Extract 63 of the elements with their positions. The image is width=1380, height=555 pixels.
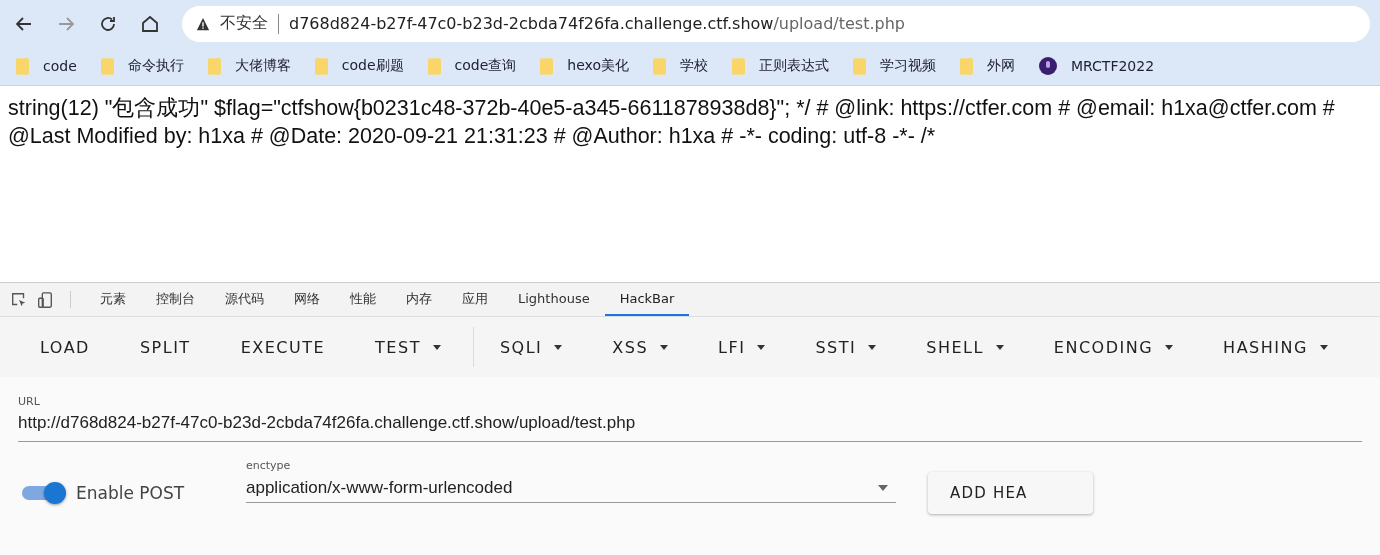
- url-text: d768d824-b27f-47c0-b23d-2cbda74f26fa.challenge.ctf.show/upload/test.php: [289, 14, 905, 33]
- caret-icon: [1165, 344, 1174, 350]
- bookmark[interactable]: 命令执行: [100, 57, 184, 75]
- menu-dropdown[interactable]: ENCODING: [1035, 329, 1192, 365]
- menu-button[interactable]: EXECUTE: [222, 329, 344, 365]
- folder-icon: [540, 57, 554, 75]
- caret-icon: [554, 344, 563, 350]
- address-bar[interactable]: 不安全 d768d824-b27f-47c0-b23d-2cbda74f26fa.challenge.ctf.show/upload/test.php: [182, 5, 1370, 42]
- menu-button[interactable]: SPLIT: [121, 329, 209, 365]
- devtools-tab[interactable]: 性能: [335, 283, 391, 316]
- menu-dropdown[interactable]: XSS: [594, 329, 687, 365]
- field-label: URL: [18, 395, 41, 408]
- bookmark[interactable]: 学习视频: [852, 57, 936, 75]
- menu-dropdown[interactable]: HASHING: [1205, 329, 1346, 365]
- enctype-select[interactable]: enctype application/x-www-form-urlencoded: [246, 459, 896, 503]
- bookmark[interactable]: code刷题: [314, 57, 404, 75]
- menu-dropdown[interactable]: SHELL: [908, 329, 1022, 365]
- site-icon: [1038, 57, 1057, 75]
- caret-icon: [1319, 344, 1328, 350]
- bookmark[interactable]: code查询: [427, 57, 517, 75]
- caret-icon: [995, 344, 1004, 350]
- inspect-icon[interactable]: [10, 290, 28, 309]
- caret-icon: [757, 344, 766, 350]
- devtools-tab[interactable]: Lighthouse: [503, 283, 605, 316]
- caret-icon: [868, 344, 877, 350]
- bookmark[interactable]: 外网: [959, 57, 1015, 75]
- menu-button[interactable]: LOAD: [22, 329, 108, 365]
- folder-icon: [16, 57, 29, 75]
- folder-icon: [207, 57, 221, 75]
- folder-icon: [427, 57, 441, 75]
- menu-dropdown[interactable]: LFI: [700, 329, 784, 365]
- security-label: 不安全: [220, 13, 268, 34]
- bookmark[interactable]: code: [16, 57, 77, 75]
- bookmark[interactable]: MRCTF2022: [1038, 57, 1155, 75]
- devtools-tab[interactable]: 源代码: [210, 283, 279, 316]
- url-field[interactable]: URL http://d768d824-b27f-47c0-b23d-2cbda74f26fa.challenge.ctf.show/upload/test.php: [18, 395, 1362, 442]
- caret-icon: [432, 344, 441, 350]
- folder-icon: [852, 57, 866, 75]
- menu-dropdown[interactable]: TEST: [357, 329, 459, 365]
- device-icon[interactable]: [36, 290, 54, 309]
- caret-icon: [660, 344, 669, 350]
- folder-icon: [314, 57, 328, 75]
- devtools-tab[interactable]: 控制台: [141, 283, 210, 316]
- bookmark[interactable]: 正则表达式: [731, 57, 829, 75]
- folder-icon: [100, 57, 114, 75]
- devtools-tab[interactable]: 内存: [391, 283, 447, 316]
- devtools-tab[interactable]: 应用: [447, 283, 503, 316]
- bookmark[interactable]: hexo美化: [540, 57, 629, 75]
- page-output-text: string(12) "包含成功" $flag="ctfshow{b0231c48-372b-40e5-a345-6611878938d8}"; */ # @link: https://ctfer.com # @email: h1xa@ctfer.com # @Last Modified by: h1xa # @Date: 2020-09-21 21:31:23 # @Author: h1xa # -*- coding: utf-8 -*- /*: [8, 95, 1336, 150]
- menu-dropdown[interactable]: SQLI: [481, 329, 581, 365]
- menu-dropdown[interactable]: SSTI: [797, 329, 895, 365]
- folder-icon: [959, 57, 973, 75]
- add-headers-button[interactable]: ADD HEA: [928, 472, 1093, 514]
- warning-icon: [196, 16, 210, 31]
- bookmark[interactable]: 大佬博客: [207, 57, 291, 75]
- devtools-tab[interactable]: 网络: [279, 283, 335, 316]
- toggle-label: Enable POST: [76, 483, 186, 503]
- folder-icon: [731, 57, 745, 75]
- folder-icon: [652, 57, 666, 75]
- devtools-tab[interactable]: 元素: [85, 283, 141, 316]
- bookmark[interactable]: 学校: [652, 57, 708, 75]
- home-icon[interactable]: [140, 13, 160, 34]
- caret-icon: [878, 485, 888, 491]
